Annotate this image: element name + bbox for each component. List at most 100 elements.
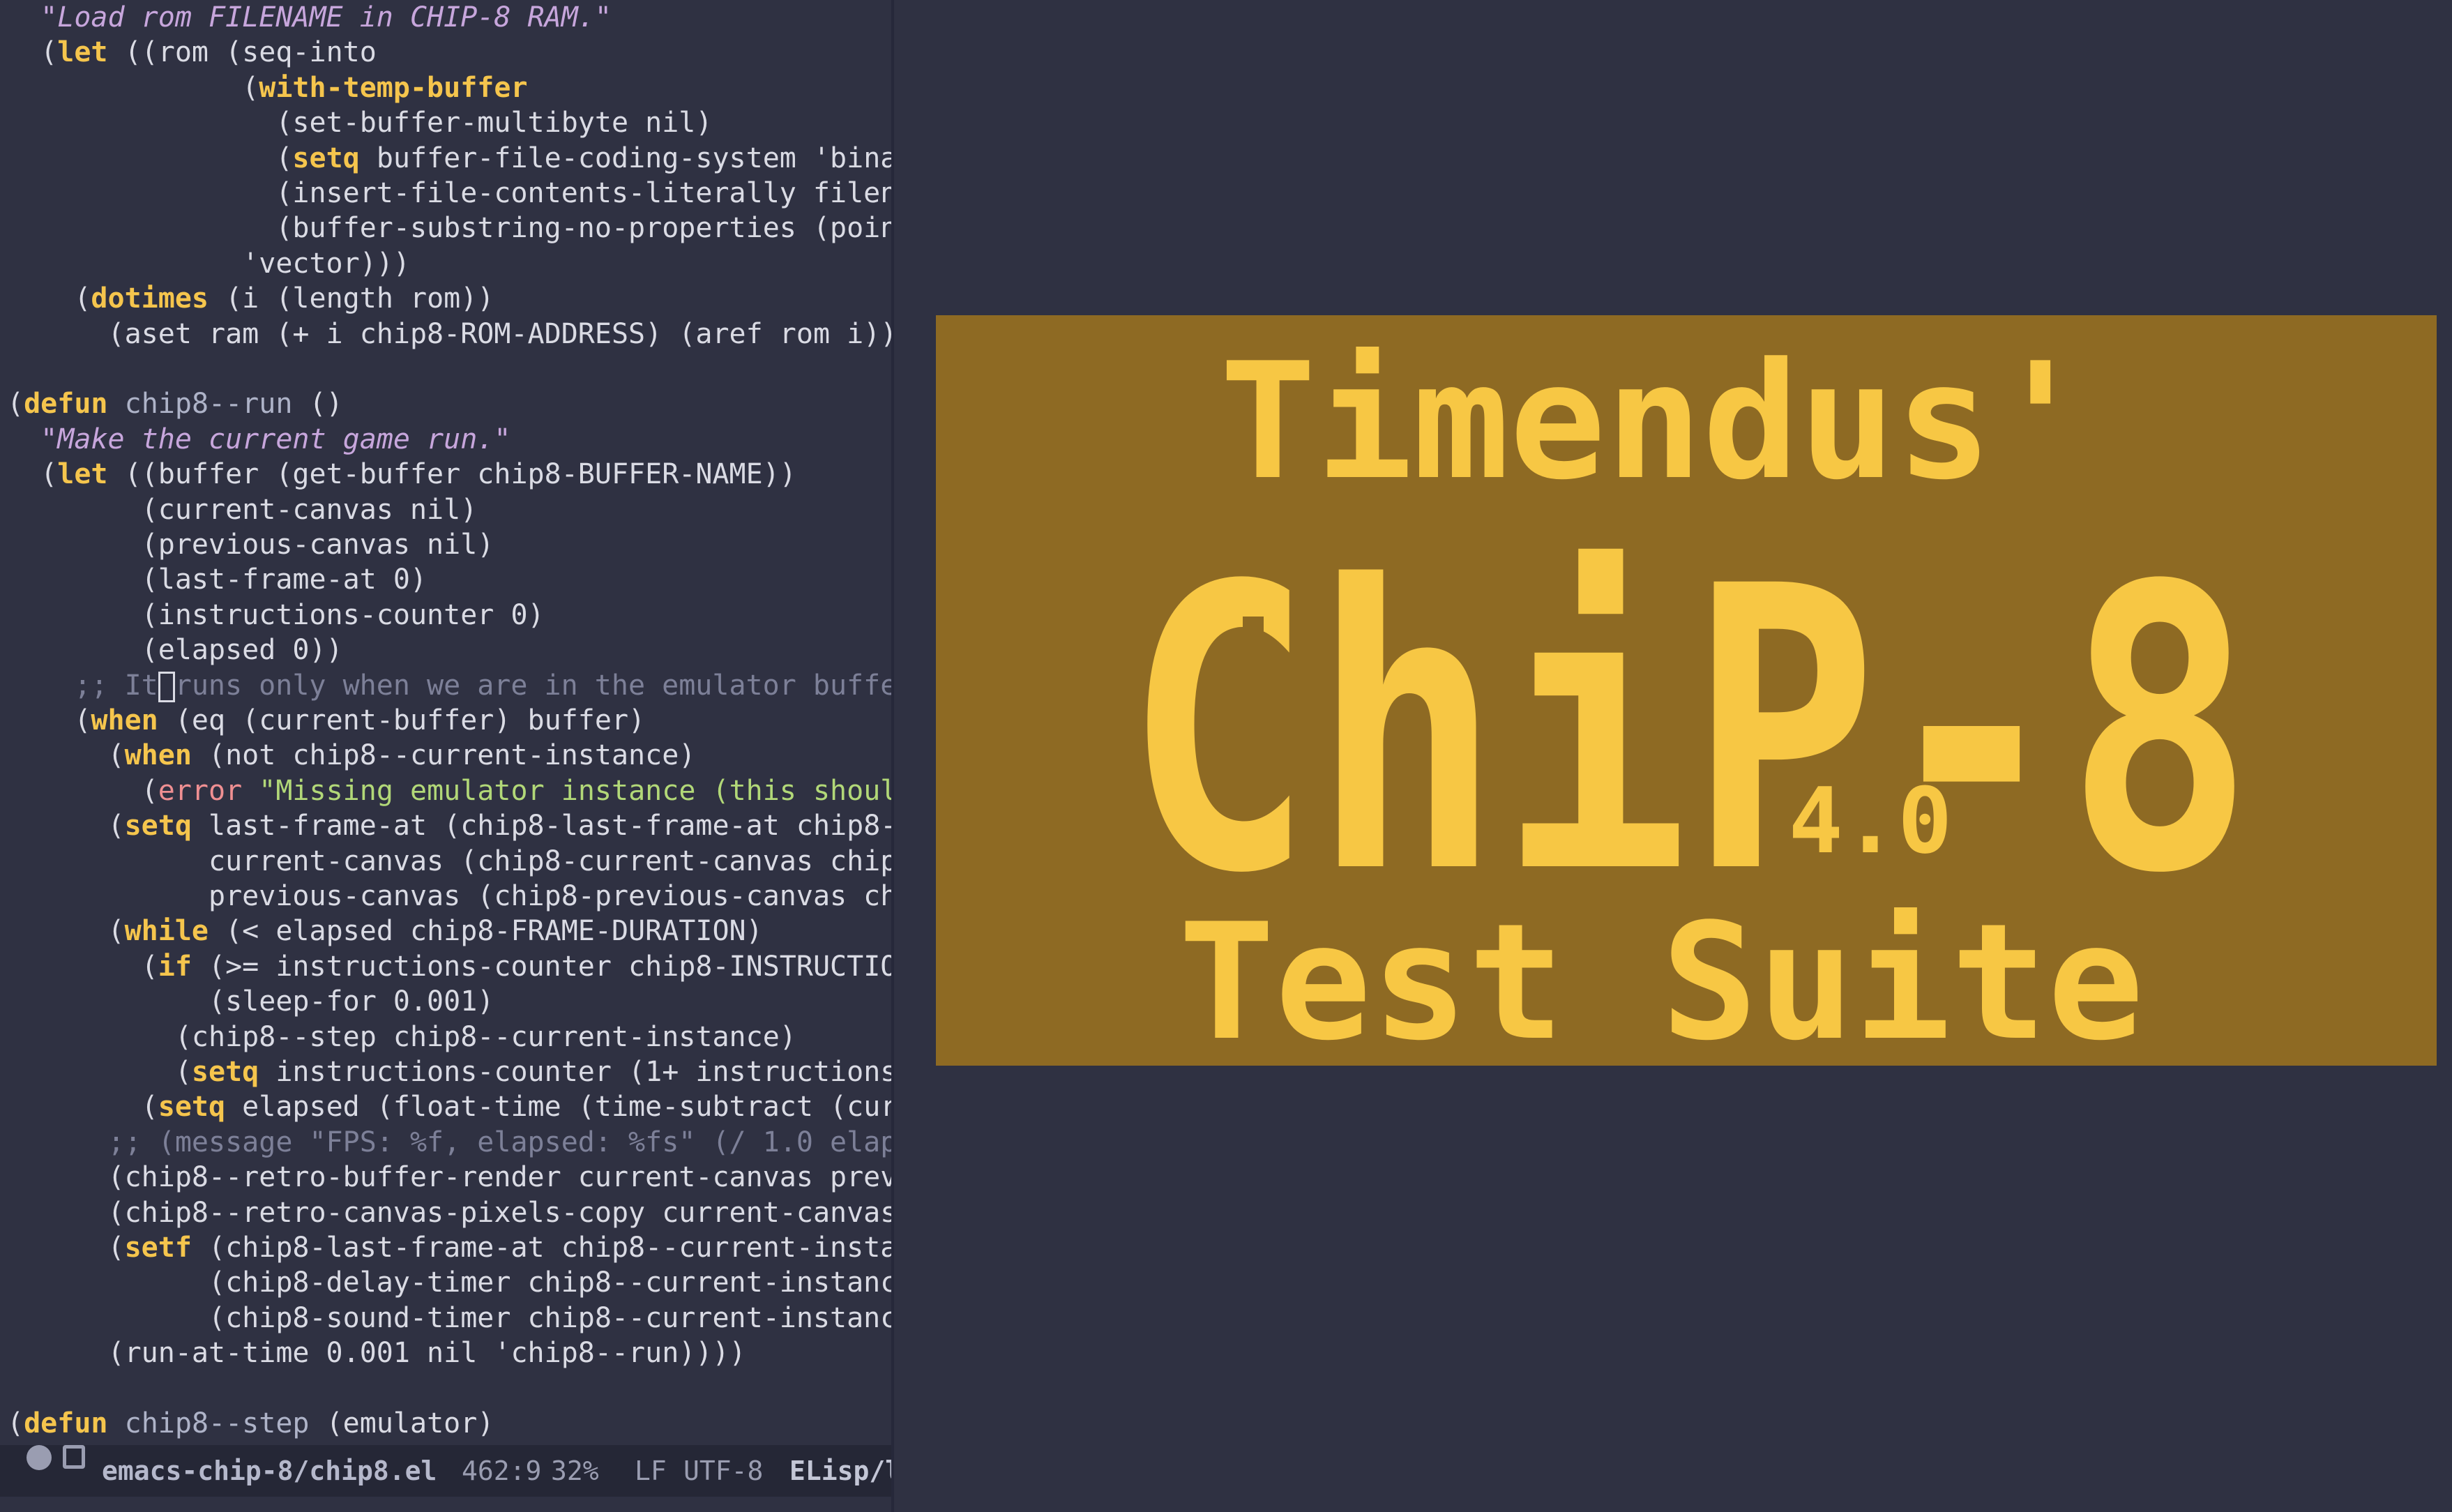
code-line[interactable]: (when (not chip8--current-instance) — [7, 738, 695, 773]
code-line[interactable]: (setq buffer-file-coding-system 'binary) — [7, 141, 891, 176]
code-token: dotimes — [91, 282, 209, 315]
code-area[interactable]: "Load rom FILENAME in CHIP-8 RAM." (let … — [0, 0, 891, 1439]
code-token: (< elapsed chip8-FRAME-DURATION) — [209, 915, 763, 948]
code-token: (chip8--retro-canvas-pixels-copy current… — [7, 1196, 894, 1229]
line-ending[interactable]: LF — [635, 1445, 667, 1497]
code-token: (instructions-counter 0) — [7, 598, 545, 631]
code-token: 'vector))) — [7, 247, 410, 280]
code-line[interactable]: (chip8--retro-canvas-pixels-copy current… — [7, 1195, 894, 1230]
code-token: (elapsed 0)) — [7, 634, 343, 667]
code-line[interactable]: (defun chip8--step (emulator) — [7, 1406, 494, 1441]
code-line[interactable]: (chip8--step chip8--current-instance) — [7, 1020, 796, 1054]
code-token: ( — [7, 774, 158, 807]
code-line[interactable]: (let ((buffer (get-buffer chip8-BUFFER-N… — [7, 457, 796, 492]
code-token: error — [158, 774, 243, 807]
code-line[interactable]: (set-buffer-multibyte nil) — [7, 105, 712, 140]
code-token: ( — [7, 1091, 158, 1124]
code-token: ( — [7, 704, 91, 736]
splash-version: 4.0 — [1789, 768, 1953, 874]
code-token: "Missing emulator instance (this should … — [259, 774, 894, 807]
emacs-icon — [27, 1445, 52, 1470]
code-token: current-canvas (chip8-current-canvas chi… — [7, 845, 894, 877]
code-line[interactable]: (aset ram (+ i chip8-ROM-ADDRESS) (aref … — [7, 317, 894, 351]
code-token: (sleep-for 0.001) — [7, 985, 494, 1018]
code-line[interactable]: "Make the current game run." — [7, 422, 510, 457]
code-token: when — [124, 739, 192, 772]
code-line[interactable]: (instructions-counter 0) — [7, 598, 545, 633]
code-token: (chip8-delay-timer chip8--current-instan… — [7, 1267, 894, 1299]
code-line[interactable]: (setq instructions-counter (1+ instructi… — [7, 1054, 891, 1089]
code-token: (last-frame-at 0) — [7, 564, 427, 596]
code-token: chip8--run — [124, 388, 293, 421]
code-line[interactable]: (chip8-delay-timer chip8--current-instan… — [7, 1265, 894, 1300]
code-line[interactable]: (dotimes (i (length rom)) — [7, 281, 494, 316]
code-editor-pane[interactable]: "Load rom FILENAME in CHIP-8 RAM." (let … — [0, 0, 894, 1512]
code-line[interactable]: (let ((rom (seq-into — [7, 35, 377, 70]
code-token: ( — [7, 915, 125, 948]
code-line[interactable]: "Load rom FILENAME in CHIP-8 RAM." — [7, 0, 612, 35]
code-token: (emulator) — [309, 1407, 494, 1439]
code-line[interactable]: (when (eq (current-buffer) buffer) — [7, 703, 645, 738]
code-token: (current-canvas nil) — [7, 493, 478, 526]
splash-title-suite: Test Suite — [1179, 890, 2144, 1066]
code-line[interactable]: 'vector))) — [7, 246, 410, 281]
code-token: ( — [7, 1232, 125, 1264]
code-line[interactable]: (last-frame-at 0) — [7, 562, 427, 597]
code-token: with-temp-buffer — [259, 71, 528, 104]
code-token: runs only when we are in the emulator bu… — [174, 669, 894, 702]
code-line[interactable]: (if (>= instructions-counter chip8-INSTR… — [7, 949, 891, 984]
code-line[interactable]: (chip8--retro-buffer-render current-canv… — [7, 1160, 891, 1195]
code-token: ((rom (seq-into — [107, 36, 377, 69]
code-line[interactable]: (insert-file-contents-literally filename — [7, 176, 891, 211]
code-line[interactable]: ;; It runs only when we are in the emulat… — [7, 668, 894, 703]
code-token: setq — [191, 1056, 259, 1088]
code-line[interactable]: (setf (chip8-last-frame-at chip8--curren… — [7, 1230, 891, 1265]
code-token: ( — [7, 1407, 24, 1439]
code-line[interactable]: (buffer-substring-no-properties (point-m — [7, 211, 894, 245]
code-line[interactable]: current-canvas (chip8-current-canvas chi… — [7, 844, 894, 879]
code-line[interactable]: (elapsed 0)) — [7, 633, 343, 667]
code-line[interactable]: ;; (message "FPS: %f, elapsed: %fs" (/ 1… — [7, 1125, 891, 1160]
code-line[interactable]: (sleep-for 0.001) — [7, 984, 494, 1019]
code-line[interactable]: (while (< elapsed chip8-FRAME-DURATION) — [7, 914, 763, 948]
code-line[interactable]: previous-canvas (chip8-previous-canvas c… — [7, 879, 894, 914]
edit-icon — [63, 1445, 85, 1469]
code-line[interactable]: (chip8-sound-timer chip8--current-instan… — [7, 1301, 894, 1336]
chip8-display: Timendus' ChiP-8 4.0 Test Suite — [936, 315, 2437, 1076]
code-line[interactable]: (current-canvas nil) — [7, 492, 478, 527]
major-mode[interactable]: ELisp/l — [789, 1445, 891, 1497]
code-token: elapsed (float-time (time-subtract (curr… — [225, 1091, 894, 1124]
code-token: (previous-canvas nil) — [7, 529, 494, 561]
code-line[interactable]: (setq last-frame-at (chip8-last-frame-at… — [7, 808, 894, 843]
code-token: let — [57, 36, 108, 69]
code-token: setf — [124, 1232, 192, 1264]
code-token: "Load rom FILENAME in CHIP-8 RAM." — [7, 1, 612, 33]
code-line[interactable]: (error "Missing emulator instance (this … — [7, 773, 894, 808]
code-line[interactable]: (previous-canvas nil) — [7, 527, 494, 562]
code-line[interactable]: (with-temp-buffer — [7, 70, 528, 105]
code-line[interactable]: (run-at-time 0.001 nil 'chip8--run)))) — [7, 1336, 746, 1370]
code-token: while — [124, 915, 209, 948]
file-encoding[interactable]: UTF-8 — [683, 1445, 763, 1497]
buffer-percent: 32% — [551, 1456, 599, 1486]
code-token: (chip8-sound-timer chip8--current-instan… — [7, 1301, 894, 1334]
buffer-file-name[interactable]: emacs-chip-8/chip8.el — [102, 1445, 437, 1497]
text-cursor — [158, 671, 175, 702]
code-token: previous-canvas (chip8-previous-canvas c… — [7, 880, 894, 912]
code-token: ( — [7, 71, 259, 104]
code-token: let — [57, 458, 108, 491]
code-token: (eq (current-buffer) buffer) — [158, 704, 646, 736]
code-token: ( — [7, 36, 58, 69]
code-line[interactable]: (defun chip8--run () — [7, 386, 343, 421]
code-token: (aset ram (+ i chip8-ROM-ADDRESS) (aref … — [7, 317, 894, 350]
code-token: "Make the current game run." — [7, 423, 511, 455]
code-token: last-frame-at (chip8-last-frame-at chip8… — [191, 810, 894, 842]
code-token: (buffer-substring-no-properties (point-m — [7, 212, 894, 245]
code-token: ( — [7, 142, 293, 174]
code-token: ;; It — [7, 669, 158, 702]
chip8-splash-graphic: Timendus' ChiP-8 4.0 Test Suite — [936, 315, 2437, 1076]
code-line[interactable]: (setq elapsed (float-time (time-subtract… — [7, 1089, 894, 1124]
